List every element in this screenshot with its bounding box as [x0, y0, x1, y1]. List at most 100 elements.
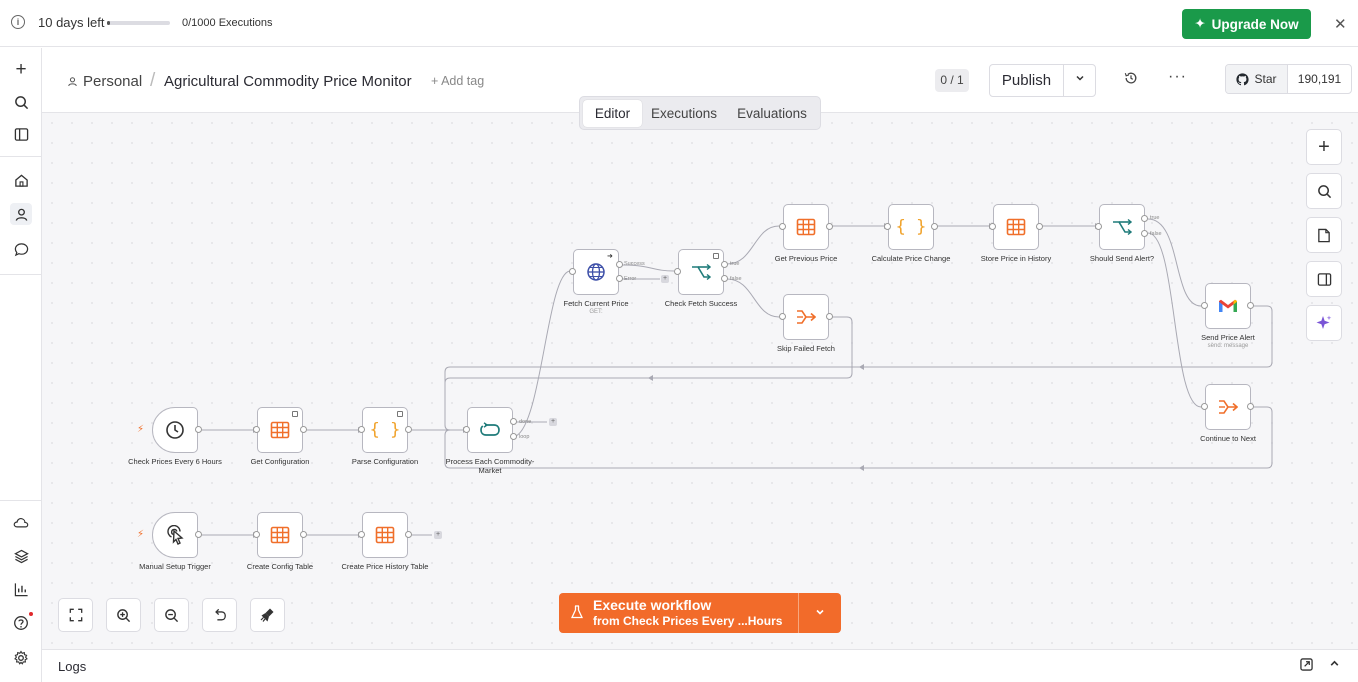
output-handle[interactable]	[405, 531, 412, 538]
output-handle[interactable]	[1036, 223, 1043, 230]
logs-label: Logs	[58, 659, 87, 674]
node-label: Fetch Current Price	[563, 299, 629, 308]
node-should-send-alert[interactable]	[1099, 204, 1145, 250]
input-handle[interactable]	[358, 426, 365, 433]
output-handle-true[interactable]	[1141, 215, 1148, 222]
node-store-price-history[interactable]	[993, 204, 1039, 250]
output-handle[interactable]	[195, 531, 202, 538]
node-manual-setup-trigger[interactable]	[152, 512, 198, 558]
input-handle[interactable]	[1201, 302, 1208, 309]
plus-icon[interactable]: +	[10, 59, 32, 81]
settings-icon[interactable]	[10, 647, 32, 669]
workflow-canvas[interactable]: ⚡ Check Prices Every 6 Hours Get Configu…	[42, 113, 1358, 649]
input-handle[interactable]	[463, 426, 470, 433]
node-get-previous-price[interactable]	[783, 204, 829, 250]
node-send-price-alert[interactable]	[1205, 283, 1251, 329]
zoom-out-button[interactable]	[154, 598, 189, 632]
github-star-widget[interactable]: Star 190,191	[1225, 64, 1352, 94]
node-continue-to-next[interactable]	[1205, 384, 1251, 430]
tab-executions[interactable]: Executions	[644, 100, 724, 127]
input-handle[interactable]	[1201, 403, 1208, 410]
input-handle[interactable]	[253, 531, 260, 538]
node-label: Create Price History Table	[341, 562, 429, 571]
node-process-each[interactable]	[467, 407, 513, 453]
panel-toggle-icon[interactable]	[10, 123, 32, 145]
fit-view-button[interactable]	[58, 598, 93, 632]
logs-panel-bar[interactable]: Logs	[42, 649, 1358, 682]
tidy-up-button[interactable]	[250, 598, 285, 632]
input-handle[interactable]	[989, 223, 996, 230]
output-handle[interactable]	[1247, 302, 1254, 309]
info-icon: i	[11, 15, 25, 29]
output-handle-false[interactable]	[1141, 230, 1148, 237]
node-label: Skip Failed Fetch	[777, 344, 835, 353]
output-handle-done[interactable]	[510, 418, 517, 425]
execute-workflow-button-group: Execute workflow from Check Prices Every…	[559, 593, 841, 633]
tab-editor[interactable]: Editor	[583, 100, 642, 127]
panel-layout-button[interactable]	[1306, 261, 1342, 297]
execute-workflow-button[interactable]: Execute workflow from Check Prices Every…	[559, 593, 799, 633]
more-options-icon[interactable]: ···	[1168, 68, 1187, 86]
output-handle[interactable]	[300, 531, 307, 538]
search-nodes-button[interactable]	[1306, 173, 1342, 209]
zoom-in-button[interactable]	[106, 598, 141, 632]
output-handle-true[interactable]	[721, 261, 728, 268]
input-handle[interactable]	[779, 223, 786, 230]
home-icon[interactable]	[10, 169, 32, 191]
insights-icon[interactable]	[10, 578, 32, 600]
breadcrumb-personal[interactable]: Personal	[67, 73, 142, 90]
output-handle[interactable]	[931, 223, 938, 230]
node-create-config-table[interactable]	[257, 512, 303, 558]
tab-evaluations[interactable]: Evaluations	[727, 100, 817, 127]
upgrade-now-button[interactable]: ✦ Upgrade Now	[1182, 9, 1311, 39]
output-handle[interactable]	[405, 426, 412, 433]
add-node-plus-icon[interactable]: +	[434, 531, 442, 539]
pop-out-icon[interactable]	[1300, 658, 1313, 674]
node-create-price-history-table[interactable]	[362, 512, 408, 558]
search-icon[interactable]	[10, 91, 32, 113]
output-handle-success[interactable]	[616, 261, 623, 268]
node-check-prices[interactable]	[152, 407, 198, 453]
add-node-plus-icon[interactable]: +	[549, 418, 557, 426]
ai-assistant-button[interactable]	[1306, 305, 1342, 341]
workflow-title[interactable]: Agricultural Commodity Price Monitor	[164, 73, 412, 90]
output-handle[interactable]	[826, 313, 833, 320]
upgrade-now-label: Upgrade Now	[1211, 16, 1299, 32]
output-handle[interactable]	[195, 426, 202, 433]
input-handle[interactable]	[569, 268, 576, 275]
chat-icon[interactable]	[10, 238, 32, 260]
chevron-down-icon[interactable]	[1064, 65, 1095, 96]
input-handle[interactable]	[253, 426, 260, 433]
output-handle-false[interactable]	[721, 275, 728, 282]
node-skip-failed-fetch[interactable]	[783, 294, 829, 340]
publish-button[interactable]: Publish	[990, 65, 1064, 96]
output-handle[interactable]	[826, 223, 833, 230]
github-star-button[interactable]: Star	[1226, 65, 1288, 93]
trigger-bolt-icon: ⚡	[137, 529, 145, 540]
output-handle-error[interactable]	[616, 275, 623, 282]
chevron-up-icon[interactable]	[1329, 657, 1340, 672]
input-handle[interactable]	[674, 268, 681, 275]
sticky-note-button[interactable]	[1306, 217, 1342, 253]
add-tag-link[interactable]: + Add tag	[431, 74, 484, 88]
history-icon[interactable]	[1124, 71, 1138, 89]
gmail-icon	[1219, 299, 1237, 312]
close-icon[interactable]: ✕	[1334, 15, 1347, 33]
input-handle[interactable]	[358, 531, 365, 538]
input-handle[interactable]	[779, 313, 786, 320]
user-icon[interactable]	[10, 203, 32, 225]
cloud-icon[interactable]	[10, 511, 32, 533]
input-handle[interactable]	[1095, 223, 1102, 230]
templates-icon[interactable]	[10, 545, 32, 567]
undo-button[interactable]	[202, 598, 237, 632]
output-handle[interactable]	[300, 426, 307, 433]
add-node-plus-icon[interactable]: +	[661, 275, 669, 283]
output-label-done: done	[519, 419, 532, 425]
output-handle[interactable]	[1247, 403, 1254, 410]
add-node-button[interactable]: +	[1306, 129, 1342, 165]
output-handle-loop[interactable]	[510, 433, 517, 440]
chevron-down-icon[interactable]	[799, 593, 841, 633]
input-handle[interactable]	[884, 223, 891, 230]
node-label: Continue to Next	[1200, 434, 1256, 443]
node-calculate-price-change[interactable]: { }	[888, 204, 934, 250]
